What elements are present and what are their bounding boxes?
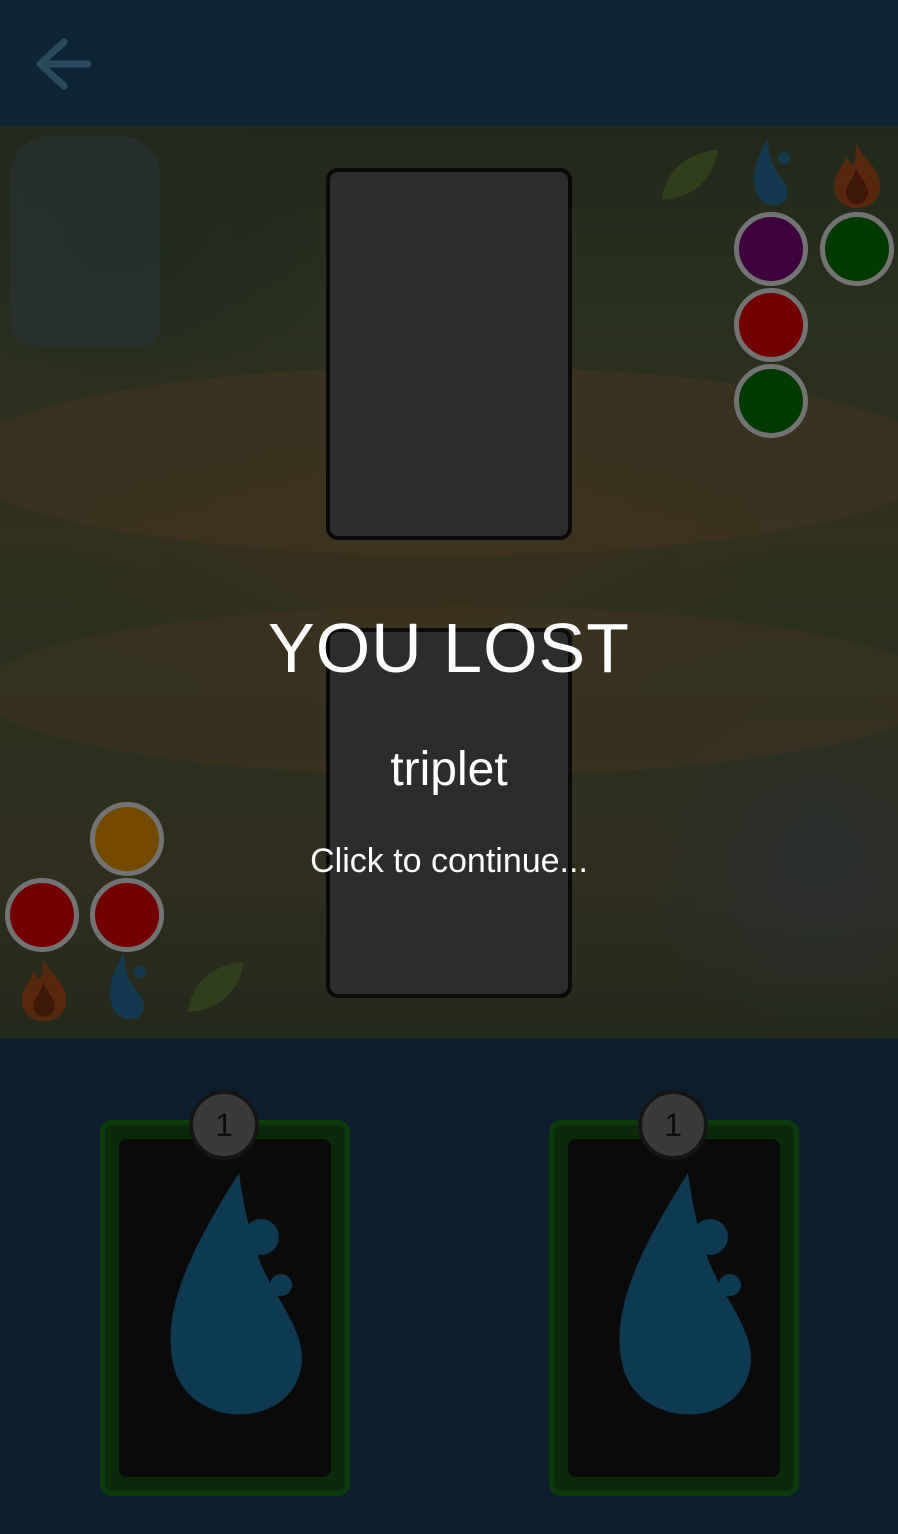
hand-card[interactable] (100, 1120, 350, 1496)
hand-card-face (568, 1139, 780, 1477)
top-bar (0, 0, 898, 126)
hand-card-face (119, 1139, 331, 1477)
result-title: YOU LOST (268, 609, 630, 687)
hand-card[interactable] (549, 1120, 799, 1496)
card-count-badge: 1 (189, 1090, 259, 1160)
result-reason: triplet (390, 743, 508, 796)
water-drop-icon (619, 1173, 751, 1415)
continue-hint[interactable]: Click to continue... (0, 842, 898, 881)
card-count-badge: 1 (638, 1090, 708, 1160)
arrow-left-icon[interactable] (30, 34, 94, 94)
opponent-card-slot (326, 168, 572, 540)
water-drop-icon (170, 1173, 302, 1415)
